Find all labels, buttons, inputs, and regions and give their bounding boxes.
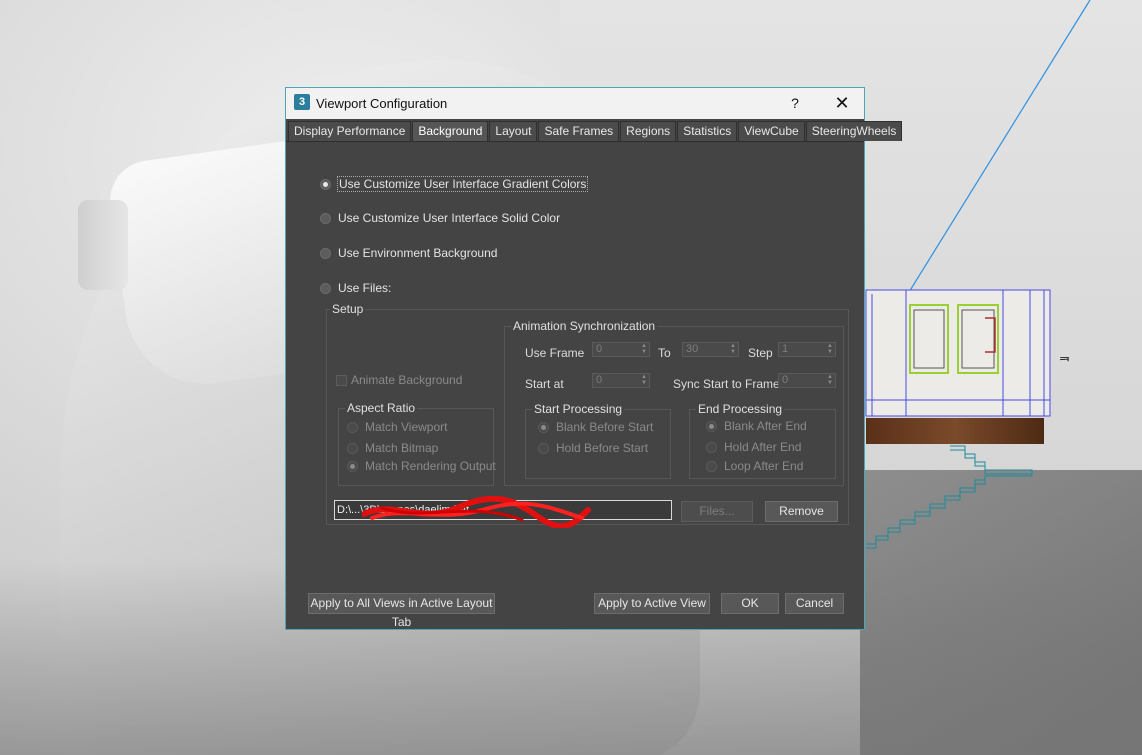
spinner-value: 0 [782, 374, 789, 386]
start-at-spinner[interactable]: 0 ▲ ▼ [592, 373, 650, 388]
aspect-ratio-title: Aspect Ratio [345, 401, 418, 415]
radio-indicator [320, 282, 331, 294]
radio-label: Use Files: [338, 281, 392, 295]
to-spinner[interactable]: 30 ▲ ▼ [682, 342, 739, 357]
radio-label: Blank After End [724, 419, 807, 433]
redaction-scribble [362, 496, 591, 528]
radio-label: Loop After End [724, 459, 804, 473]
spinner-value: 0 [596, 343, 603, 355]
tab-layout[interactable]: Layout [489, 121, 538, 141]
radio-indicator [706, 460, 717, 472]
radio-loop-after-end[interactable]: Loop After End [706, 459, 803, 473]
use-frame-label: Use Frame [525, 346, 585, 360]
spinner-arrows-icon[interactable]: ▲ ▼ [641, 374, 647, 386]
radio-label: Hold Before Start [556, 441, 649, 455]
tab-regions[interactable]: Regions [620, 121, 677, 141]
tab-viewcube[interactable]: ViewCube [738, 121, 805, 141]
radio-match-rendering-output[interactable]: Match Rendering Output [347, 459, 496, 473]
radio-match-viewport[interactable]: Match Viewport [347, 420, 447, 434]
tab-steeringwheels[interactable]: SteeringWheels [805, 121, 903, 141]
radio-indicator [347, 460, 358, 472]
radio-match-bitmap[interactable]: Match Bitmap [347, 441, 438, 455]
setup-group-title: Setup [330, 302, 366, 316]
files-button[interactable]: Files... [681, 501, 753, 522]
radio-indicator [538, 442, 549, 454]
viewport-glyph: ᆿ [1058, 347, 1071, 363]
title-bar[interactable]: 3 Viewport Configuration ? ✕ [286, 88, 864, 119]
radio-hold-before-start[interactable]: Hold Before Start [538, 441, 648, 455]
app-logo-icon: 3 [294, 94, 310, 110]
radio-blank-before-start[interactable]: Blank Before Start [538, 420, 653, 434]
spinner-arrows-icon[interactable]: ▲ ▼ [827, 343, 833, 355]
step-label: Step [748, 346, 773, 360]
close-button[interactable]: ✕ [826, 91, 858, 115]
spinner-arrows-icon[interactable]: ▲ ▼ [730, 343, 736, 355]
radio-indicator [320, 247, 331, 259]
radio-label: Match Rendering Output [365, 459, 496, 473]
spinner-value: 30 [686, 343, 699, 355]
radio-solid-color[interactable]: Use Customize User Interface Solid Color [320, 211, 560, 225]
cancel-button[interactable]: Cancel [785, 593, 844, 614]
tab-bar: Display Performance Background Layout Sa… [288, 121, 903, 142]
tab-background[interactable]: Background [412, 121, 489, 142]
sync-start-label: Sync Start to Frame [673, 377, 780, 391]
radio-indicator [538, 421, 549, 433]
radio-environment-background[interactable]: Use Environment Background [320, 246, 497, 260]
sync-start-spinner[interactable]: 0 ▲ ▼ [778, 373, 836, 388]
end-processing-title: End Processing [696, 402, 785, 416]
start-at-label: Start at [525, 377, 564, 391]
start-processing-title: Start Processing [532, 402, 625, 416]
ok-button[interactable]: OK [721, 593, 779, 614]
viewport-configuration-dialog: 3 Viewport Configuration ? ✕ Display Per… [285, 87, 903, 630]
radio-label: Use Customize User Interface Gradient Co… [336, 176, 589, 192]
to-label: To [658, 346, 671, 360]
apply-active-view-button[interactable]: Apply to Active View [594, 593, 710, 614]
radio-indicator [706, 420, 717, 432]
checkbox-label: Animate Background [351, 373, 463, 387]
dialog-title: Viewport Configuration [316, 96, 448, 111]
remove-button[interactable]: Remove [765, 501, 838, 522]
radio-indicator [320, 178, 331, 190]
animate-background-checkbox[interactable]: Animate Background [336, 373, 462, 387]
radio-blank-after-end[interactable]: Blank After End [706, 419, 807, 433]
radio-label: Hold After End [724, 440, 802, 454]
spinner-arrows-icon[interactable]: ▲ ▼ [827, 374, 833, 386]
tab-display-performance[interactable]: Display Performance [288, 121, 412, 141]
radio-label: Match Bitmap [365, 441, 439, 455]
radio-label: Use Customize User Interface Solid Color [338, 211, 561, 225]
spinner-value: 1 [782, 343, 789, 355]
tab-divider [286, 141, 864, 142]
tab-safe-frames[interactable]: Safe Frames [538, 121, 620, 141]
use-frame-spinner[interactable]: 0 ▲ ▼ [592, 342, 650, 357]
help-button[interactable]: ? [781, 91, 809, 115]
spinner-arrows-icon[interactable]: ▲ ▼ [641, 343, 647, 355]
radio-indicator [347, 442, 358, 454]
step-spinner[interactable]: 1 ▲ ▼ [778, 342, 836, 357]
radio-hold-after-end[interactable]: Hold After End [706, 440, 801, 454]
radio-indicator [347, 421, 358, 433]
apply-all-views-button[interactable]: Apply to All Views in Active Layout Tab [308, 593, 495, 629]
animation-sync-title: Animation Synchronization [511, 319, 658, 333]
radio-label: Match Viewport [365, 420, 448, 434]
spinner-value: 0 [596, 374, 603, 386]
radio-label: Use Environment Background [338, 246, 498, 260]
stair-wireframe [866, 445, 1033, 549]
tab-statistics[interactable]: Statistics [677, 121, 738, 141]
radio-gradient-colors[interactable]: Use Customize User Interface Gradient Co… [320, 176, 589, 192]
radio-indicator [320, 212, 331, 224]
radio-indicator [706, 441, 717, 453]
checkbox-box [336, 374, 347, 386]
radio-use-files[interactable]: Use Files: [320, 281, 391, 295]
radio-label: Blank Before Start [556, 420, 654, 434]
